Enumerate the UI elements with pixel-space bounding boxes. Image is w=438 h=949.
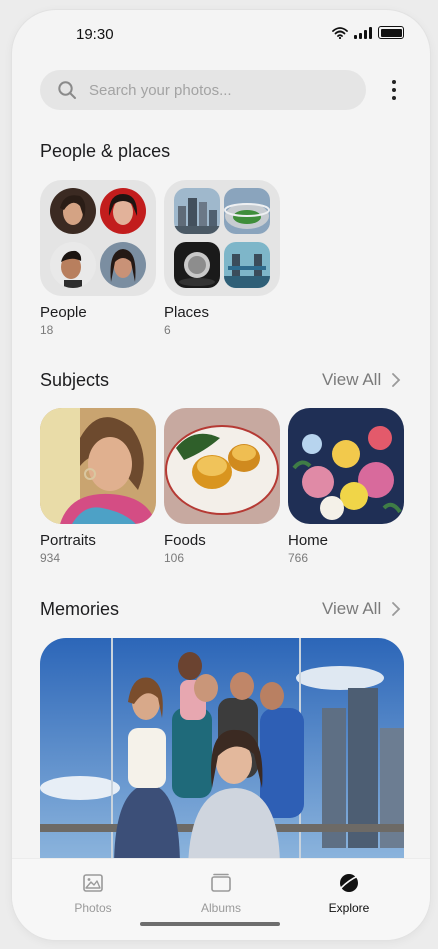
home-image	[288, 408, 404, 524]
memory-card[interactable]	[40, 638, 404, 868]
foods-image	[164, 408, 280, 524]
status-time: 19:30	[76, 26, 114, 43]
foods-label: Foods	[164, 532, 206, 549]
person-thumbnail	[50, 188, 96, 234]
person-thumbnail	[50, 242, 96, 288]
people-count: 18	[40, 323, 54, 337]
nav-albums-label: Albums	[200, 901, 241, 915]
portraits-count: 934	[40, 551, 61, 565]
people-label: People	[40, 304, 87, 321]
nav-photos[interactable]: Photos	[48, 871, 138, 915]
nav-albums[interactable]: Albums	[176, 871, 266, 915]
foods-count: 106	[164, 551, 185, 565]
home-indicator[interactable]	[140, 922, 280, 926]
place-thumbnail	[174, 188, 220, 234]
home-label: Home	[288, 532, 329, 549]
status-bar: 19:30	[12, 10, 430, 60]
nav-explore-label: Explore	[328, 901, 370, 915]
memories-title: Memories	[40, 599, 120, 619]
more-options-icon[interactable]	[384, 78, 404, 102]
battery-icon	[378, 26, 404, 39]
home-count: 766	[288, 551, 309, 565]
albums-icon	[211, 873, 231, 892]
status-icons	[332, 26, 404, 39]
explore-icon	[340, 874, 359, 892]
portraits-tile[interactable]	[40, 408, 156, 524]
people-places-title: People & places	[40, 141, 171, 161]
subjects-view-all-button[interactable]: View All	[322, 370, 401, 390]
chevron-right-icon	[392, 373, 401, 387]
person-thumbnail	[100, 242, 146, 288]
place-thumbnail	[174, 242, 220, 288]
places-label: Places	[164, 304, 210, 321]
search-bar[interactable]	[40, 70, 366, 110]
places-tile[interactable]	[164, 180, 280, 296]
place-thumbnail	[224, 242, 270, 288]
home-tile[interactable]	[288, 408, 404, 524]
places-count: 6	[164, 323, 171, 337]
bottom-navigation: Photos Albums Explore	[12, 858, 430, 940]
person-thumbnail	[100, 188, 146, 234]
search-input[interactable]	[87, 80, 341, 100]
phone-screen: 19:30 People & places	[12, 10, 430, 940]
memories-view-all-button[interactable]: View All	[322, 599, 401, 619]
wifi-icon	[332, 26, 348, 39]
view-all-label: View All	[322, 599, 382, 618]
nav-photos-label: Photos	[74, 901, 112, 915]
memory-image	[40, 638, 404, 868]
signal-icon	[354, 26, 372, 39]
foods-tile[interactable]	[164, 408, 280, 524]
portraits-label: Portraits	[40, 532, 96, 549]
search-icon	[58, 81, 76, 99]
people-tile[interactable]	[40, 180, 156, 296]
photos-icon	[83, 874, 103, 892]
subjects-title: Subjects	[40, 370, 110, 390]
view-all-label: View All	[322, 370, 382, 389]
chevron-right-icon	[392, 602, 401, 616]
portrait-image	[40, 408, 156, 524]
nav-explore[interactable]: Explore	[304, 871, 394, 915]
place-thumbnail	[224, 188, 270, 234]
